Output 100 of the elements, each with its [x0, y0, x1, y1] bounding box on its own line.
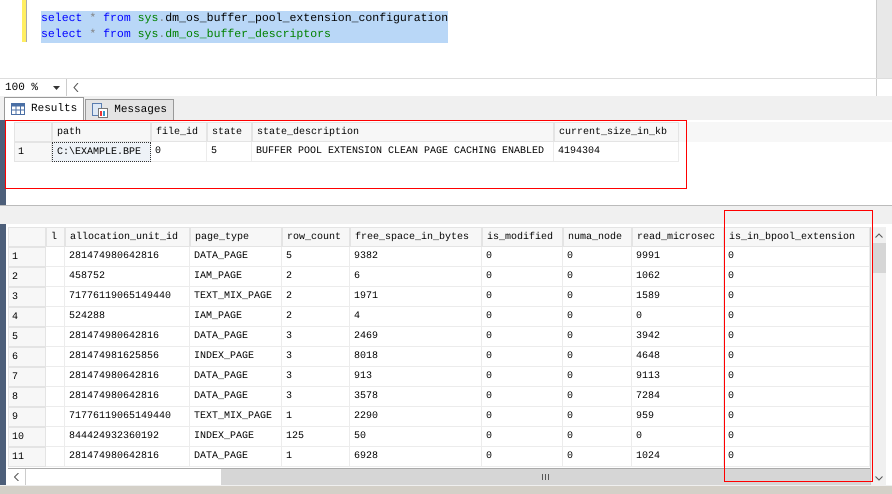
table-cell: 8018 [350, 347, 482, 367]
column-header[interactable]: state_description [252, 122, 554, 142]
table-cell: TEXT_MIX_PAGE [190, 407, 282, 427]
column-header[interactable]: free_space_in_bytes [350, 227, 482, 247]
row-number[interactable]: 2 [8, 267, 46, 287]
table-cell: 0 [151, 142, 207, 162]
table-cell: INDEX_PAGE [190, 347, 282, 367]
table-cell [46, 407, 65, 427]
table-cell: DATA_PAGE [190, 247, 282, 267]
table-cell: 3578 [350, 387, 482, 407]
table-cell: TEXT_MIX_PAGE [190, 287, 282, 307]
grid-corner[interactable] [14, 122, 52, 142]
row-number[interactable]: 3 [8, 287, 46, 307]
table-cell: 0 [482, 387, 563, 407]
table-cell: 0 [482, 367, 563, 387]
row-number[interactable]: 1 [8, 247, 46, 267]
table-cell: 281474980642816 [65, 327, 190, 347]
table-cell [46, 327, 65, 347]
table-cell: 4 [350, 307, 482, 327]
table-cell: 0 [482, 267, 563, 287]
table-cell: 0 [482, 407, 563, 427]
grid-corner[interactable] [8, 227, 46, 247]
table-cell: 0 [563, 287, 632, 307]
table-cell: 0 [482, 327, 563, 347]
table-cell: 1062 [632, 267, 724, 287]
row-number[interactable]: 5 [8, 327, 46, 347]
tab[interactable]: Messages [85, 99, 174, 120]
table-cell: 0 [632, 427, 724, 447]
table-cell: 2290 [350, 407, 482, 427]
table-cell: 0 [482, 347, 563, 367]
column-header[interactable]: row_count [282, 227, 350, 247]
vertical-scrollbar[interactable] [870, 227, 886, 485]
document-icon [92, 102, 108, 118]
scroll-thumb[interactable] [872, 243, 886, 273]
table-cell: 458752 [65, 267, 190, 287]
column-header[interactable]: state [207, 122, 252, 142]
table-cell: 4194304 [554, 142, 679, 162]
tab[interactable]: Results [4, 97, 84, 120]
scroll-thumb[interactable] [221, 469, 870, 485]
row-number[interactable]: 6 [8, 347, 46, 367]
table-cell: 0 [632, 307, 724, 327]
table-cell: 0 [563, 327, 632, 347]
table-cell: 9991 [632, 247, 724, 267]
table-cell: 0 [563, 367, 632, 387]
vertical-scrollbar[interactable] [876, 0, 892, 78]
column-header[interactable]: l [46, 227, 65, 247]
table-cell: 0 [482, 287, 563, 307]
table-cell: 281474980642816 [65, 247, 190, 267]
grid-icon [11, 103, 25, 115]
row-number[interactable]: 7 [8, 367, 46, 387]
table-cell: 0 [482, 307, 563, 327]
table-cell: 6 [350, 267, 482, 287]
table-cell: 913 [350, 367, 482, 387]
table-cell: 50 [350, 427, 482, 447]
row-number[interactable]: 9 [8, 407, 46, 427]
table-cell: 1024 [632, 447, 724, 467]
table-cell: 71776119065149440 [65, 287, 190, 307]
table-cell: 2 [282, 307, 350, 327]
row-number[interactable]: 10 [8, 427, 46, 447]
table-cell: 71776119065149440 [65, 407, 190, 427]
table-cell: 0 [482, 427, 563, 447]
table-cell: 0 [563, 447, 632, 467]
table-cell: 281474980642816 [65, 367, 190, 387]
table-cell: 0 [563, 307, 632, 327]
column-header[interactable]: file_id [151, 122, 207, 142]
column-header[interactable]: current_size_in_kb [554, 122, 679, 142]
table-cell: 959 [632, 407, 724, 427]
table-cell: 3 [282, 367, 350, 387]
column-header[interactable]: path [52, 122, 151, 142]
row-number[interactable]: 4 [8, 307, 46, 327]
column-header[interactable]: is_in_bpool_extension [724, 227, 870, 247]
column-header[interactable]: is_modified [482, 227, 563, 247]
table-cell: 0 [482, 447, 563, 467]
table-cell: IAM_PAGE [190, 267, 282, 287]
row-number[interactable]: 1 [14, 142, 52, 162]
grip-icon [542, 474, 549, 480]
table-cell [46, 447, 65, 467]
table-cell: 0 [563, 247, 632, 267]
table-cell: 524288 [65, 307, 190, 327]
table-cell: DATA_PAGE [190, 367, 282, 387]
table-cell [46, 367, 65, 387]
table-cell: 0 [563, 427, 632, 447]
column-header[interactable]: allocation_unit_id [65, 227, 190, 247]
table-cell: 2 [282, 287, 350, 307]
table-cell: 0 [563, 267, 632, 287]
table-cell: 4648 [632, 347, 724, 367]
table-cell: 125 [282, 427, 350, 447]
table-cell: DATA_PAGE [190, 387, 282, 407]
table-cell: 0 [563, 407, 632, 427]
table-cell [46, 307, 65, 327]
row-number[interactable]: 11 [8, 447, 46, 467]
table-cell: 2 [282, 267, 350, 287]
column-header[interactable]: read_microsec [632, 227, 724, 247]
column-header[interactable]: page_type [190, 227, 282, 247]
row-number[interactable]: 8 [8, 387, 46, 407]
table-cell: 6928 [350, 447, 482, 467]
column-header[interactable]: numa_node [563, 227, 632, 247]
table-cell: 7284 [632, 387, 724, 407]
table-cell: 1971 [350, 287, 482, 307]
table-cell: 844424932360192 [65, 427, 190, 447]
